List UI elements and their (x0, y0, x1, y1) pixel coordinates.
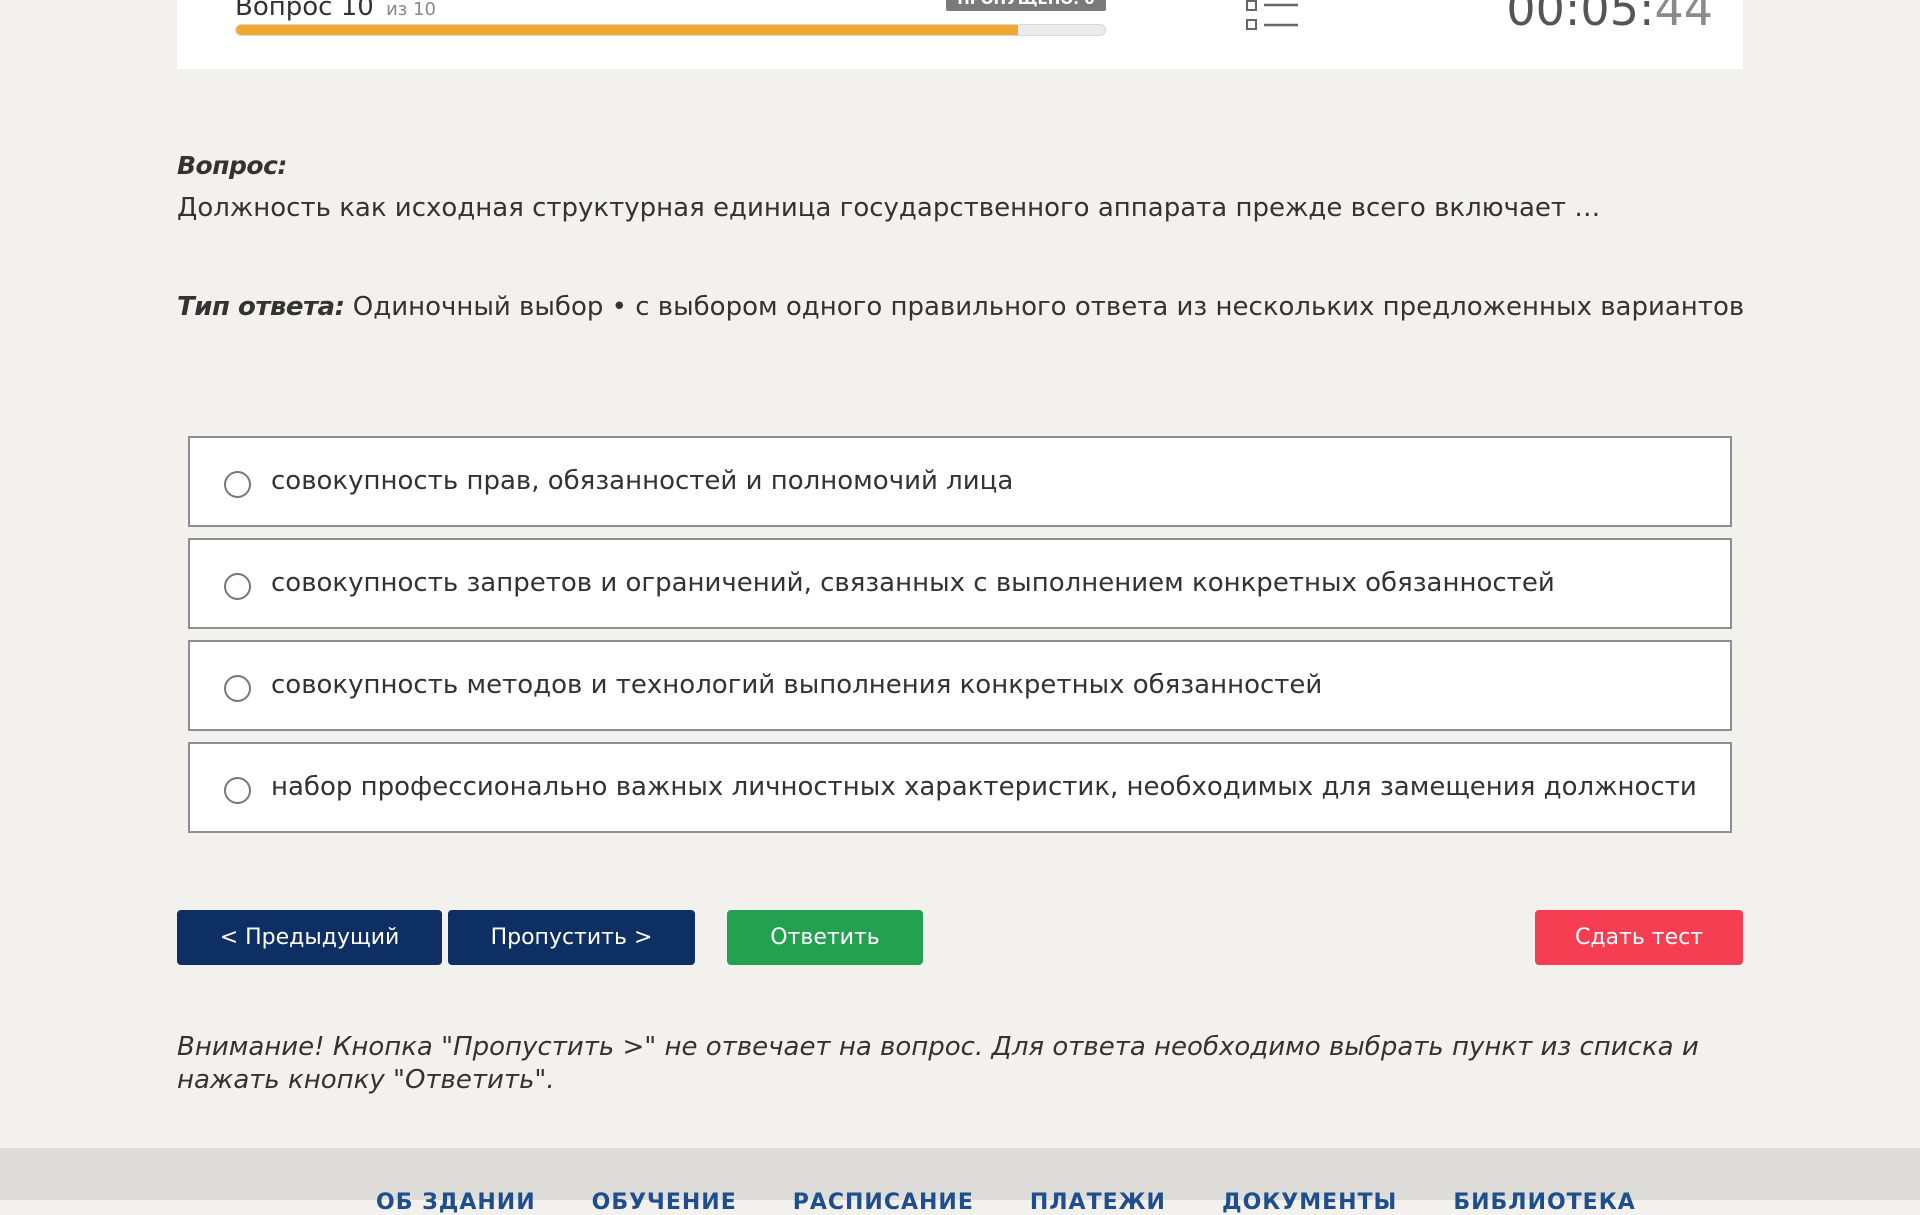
answer-option[interactable]: совокупность запретов и ограничений, свя… (188, 538, 1732, 629)
answer-button[interactable]: Ответить (727, 910, 923, 965)
question-list-icon[interactable] (1246, 0, 1300, 32)
answer-option-text: совокупность запретов и ограничений, свя… (271, 568, 1555, 598)
previous-button[interactable]: < Предыдущий (177, 910, 442, 965)
timer-main: 00:05: (1506, 0, 1655, 36)
test-status-card: Вопрос 10 из 10 ПРОПУЩЕНО: 0 00:05:44 (177, 0, 1743, 69)
footer-nav: ОБ ЗДАНИИ ОБУЧЕНИЕ РАСПИСАНИЕ ПЛАТЕЖИ ДО… (376, 1190, 1636, 1215)
skip-button[interactable]: Пропустить > (448, 910, 695, 965)
answer-option[interactable]: набор профессионально важных личностных … (188, 742, 1732, 833)
answer-option-text: совокупность методов и технологий выполн… (271, 670, 1323, 700)
question-text: Должность как исходная структурная едини… (177, 193, 1601, 223)
radio-button[interactable] (224, 777, 251, 804)
footer-link[interactable]: БИБЛИОТЕКА (1453, 1190, 1635, 1215)
timer: 00:05:44 (1506, 0, 1713, 36)
radio-button[interactable] (224, 675, 251, 702)
skipped-badge: ПРОПУЩЕНО: 0 (946, 0, 1106, 11)
question-counter-label: Вопрос 10 (235, 0, 374, 22)
footer-link[interactable]: РАСПИСАНИЕ (793, 1190, 974, 1215)
progress-bar (235, 24, 1106, 36)
footer: ОБ ЗДАНИИ ОБУЧЕНИЕ РАСПИСАНИЕ ПЛАТЕЖИ ДО… (0, 1148, 1920, 1215)
footer-link[interactable]: ПЛАТЕЖИ (1030, 1190, 1166, 1215)
submit-test-button[interactable]: Сдать тест (1535, 910, 1743, 965)
answer-option[interactable]: совокупность методов и технологий выполн… (188, 640, 1732, 731)
progress-bar-fill (236, 25, 1019, 35)
question-counter-total: из 10 (386, 0, 436, 20)
skip-warning-note: Внимание! Кнопка "Пропустить >" не отвеч… (177, 1032, 1699, 1095)
radio-button[interactable] (224, 471, 251, 498)
answer-option-text: совокупность прав, обязанностей и полном… (271, 466, 1014, 496)
answer-options: совокупность прав, обязанностей и полном… (188, 436, 1732, 844)
question-counter: Вопрос 10 из 10 (235, 0, 436, 22)
timer-seconds: 44 (1654, 0, 1713, 36)
answer-option-text: набор профессионально важных личностных … (271, 772, 1697, 802)
question-label: Вопрос: (177, 151, 287, 180)
answer-type-label: Тип ответа: (177, 292, 345, 322)
answer-type-value: Одиночный выбор • с выбором одного прави… (344, 292, 1745, 322)
footer-link[interactable]: ОБ ЗДАНИИ (376, 1190, 536, 1215)
radio-button[interactable] (224, 573, 251, 600)
footer-link[interactable]: ОБУЧЕНИЕ (592, 1190, 737, 1215)
answer-type: Тип ответа: Одиночный выбор • с выбором … (177, 292, 1744, 322)
answer-option[interactable]: совокупность прав, обязанностей и полном… (188, 436, 1732, 527)
footer-link[interactable]: ДОКУМЕНТЫ (1222, 1190, 1397, 1215)
